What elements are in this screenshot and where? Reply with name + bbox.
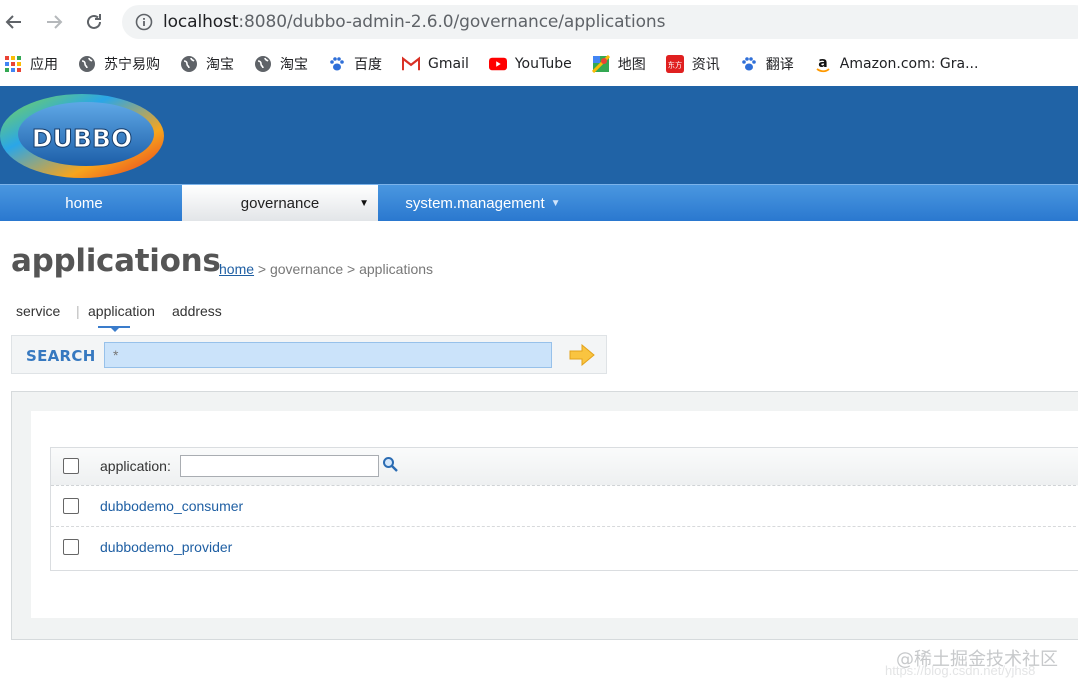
- nav-home[interactable]: home: [0, 185, 168, 221]
- nav-governance[interactable]: governance ▼: [182, 185, 378, 221]
- url-path: :8080/dubbo-admin-2.6.0/governance/appli…: [238, 12, 666, 32]
- reload-button[interactable]: [81, 9, 107, 35]
- amazon-icon: a: [814, 55, 832, 73]
- bookmark-maps[interactable]: 地图: [591, 54, 646, 74]
- maps-icon: [591, 55, 610, 73]
- application-filter-input[interactable]: [180, 455, 379, 477]
- bookmark-translate[interactable]: 翻译: [740, 54, 794, 74]
- search-icon[interactable]: [382, 456, 399, 473]
- application-link[interactable]: dubbodemo_consumer: [100, 498, 243, 514]
- bookmark-label: 百度: [354, 57, 382, 73]
- bookmark-youtube[interactable]: YouTube: [488, 55, 572, 73]
- arrow-right-icon: [47, 15, 63, 29]
- info-icon[interactable]: [135, 13, 153, 31]
- tab-separator: |: [76, 303, 80, 319]
- bookmark-baidu[interactable]: 百度: [328, 54, 382, 74]
- search-label: SEARCH: [26, 347, 96, 365]
- breadcrumb-trail: > governance > applications: [254, 261, 434, 277]
- arrow-left-icon: [5, 15, 21, 29]
- table-row: dubbodemo_provider: [51, 527, 1078, 570]
- youtube-icon: [488, 55, 507, 73]
- bookmark-taobao-1[interactable]: 淘宝: [180, 54, 234, 74]
- svg-text:a: a: [818, 55, 827, 71]
- application-link[interactable]: dubbodemo_provider: [100, 539, 232, 555]
- bookmark-label: 翻译: [765, 57, 794, 73]
- bookmark-label: 淘宝: [206, 57, 234, 73]
- bookmark-apps[interactable]: 应用: [4, 54, 58, 74]
- bookmark-label: 淘宝: [280, 57, 308, 73]
- baidu-paw-icon: [328, 55, 346, 73]
- filter-label: application:: [100, 458, 171, 474]
- bookmark-label: 资讯: [691, 57, 720, 73]
- arrow-right-go-icon[interactable]: [569, 344, 595, 366]
- address-bar[interactable]: localhost:8080/dubbo-admin-2.6.0/governa…: [122, 5, 1078, 39]
- bookmark-amazon[interactable]: a Amazon.com: Gra...: [814, 55, 979, 73]
- bookmarks-bar: 应用 苏宁易购 淘宝 淘宝 百度 Gmail YouTube 地图 东方 资讯 …: [0, 44, 1078, 84]
- row-checkbox[interactable]: [63, 498, 79, 514]
- active-tab-indicator: [98, 323, 130, 332]
- watermark: @稀土掘金技术社区: [896, 649, 1058, 670]
- bookmark-suning[interactable]: 苏宁易购: [78, 54, 160, 74]
- bookmark-taobao-2[interactable]: 淘宝: [254, 54, 308, 74]
- nav-governance-label: governance: [240, 194, 320, 212]
- results-inner: application: dubbodemo_consumer dubbodem…: [31, 411, 1078, 618]
- bookmark-news[interactable]: 东方 资讯: [665, 54, 720, 74]
- tab-service[interactable]: service: [16, 303, 60, 319]
- caret-down-icon: ▼: [359, 197, 369, 209]
- caret-down-icon: ▼: [550, 197, 561, 209]
- nav-system-management[interactable]: system.management ▼: [392, 185, 574, 221]
- svg-text:DUBBO: DUBBO: [32, 124, 132, 153]
- back-button[interactable]: [1, 9, 27, 35]
- breadcrumb: home > governance > applications: [219, 261, 433, 277]
- search-input[interactable]: [104, 342, 552, 368]
- nav-home-label: home: [65, 194, 103, 212]
- browser-toolbar: localhost:8080/dubbo-admin-2.6.0/governa…: [0, 0, 1078, 44]
- breadcrumb-home-link[interactable]: home: [219, 261, 254, 277]
- table-row: dubbodemo_consumer: [51, 486, 1078, 527]
- dubbo-logo[interactable]: DUBBO: [0, 90, 170, 182]
- nav-system-label: system.management: [405, 194, 545, 212]
- globe-icon: [254, 55, 272, 73]
- globe-icon: [180, 55, 198, 73]
- reload-icon: [87, 14, 101, 29]
- top-nav: home governance ▼ system.management ▼: [0, 184, 1078, 221]
- globe-icon: [78, 55, 96, 73]
- bookmark-label: Gmail: [428, 56, 469, 72]
- url-text[interactable]: localhost:8080/dubbo-admin-2.6.0/governa…: [163, 12, 665, 32]
- bookmark-label: Amazon.com: Gra...: [839, 56, 979, 72]
- bookmark-label: 地图: [617, 57, 646, 73]
- tab-address[interactable]: address: [172, 303, 222, 319]
- gmail-icon: [402, 55, 420, 73]
- dongfang-icon: 东方: [665, 55, 684, 73]
- baidu-paw-icon: [740, 55, 758, 73]
- select-all-checkbox[interactable]: [63, 458, 79, 474]
- apps-grid-icon: [4, 55, 22, 73]
- url-host: localhost: [163, 12, 239, 32]
- row-checkbox[interactable]: [63, 539, 79, 555]
- bookmark-label: YouTube: [514, 56, 572, 72]
- site-header: DUBBO: [0, 86, 1078, 184]
- results-panel: application: dubbodemo_consumer dubbodem…: [11, 391, 1078, 640]
- bookmark-gmail[interactable]: Gmail: [402, 55, 469, 73]
- tab-application[interactable]: application: [88, 303, 155, 319]
- forward-button[interactable]: [41, 9, 67, 35]
- svg-text:东方: 东方: [668, 61, 682, 70]
- applications-table: application: dubbodemo_consumer dubbodem…: [50, 447, 1078, 571]
- search-bar: SEARCH: [11, 335, 607, 374]
- bookmark-label: 应用: [30, 57, 58, 73]
- page-title: applications: [11, 243, 221, 279]
- bookmark-label: 苏宁易购: [104, 57, 160, 73]
- table-header-row: application:: [51, 448, 1078, 486]
